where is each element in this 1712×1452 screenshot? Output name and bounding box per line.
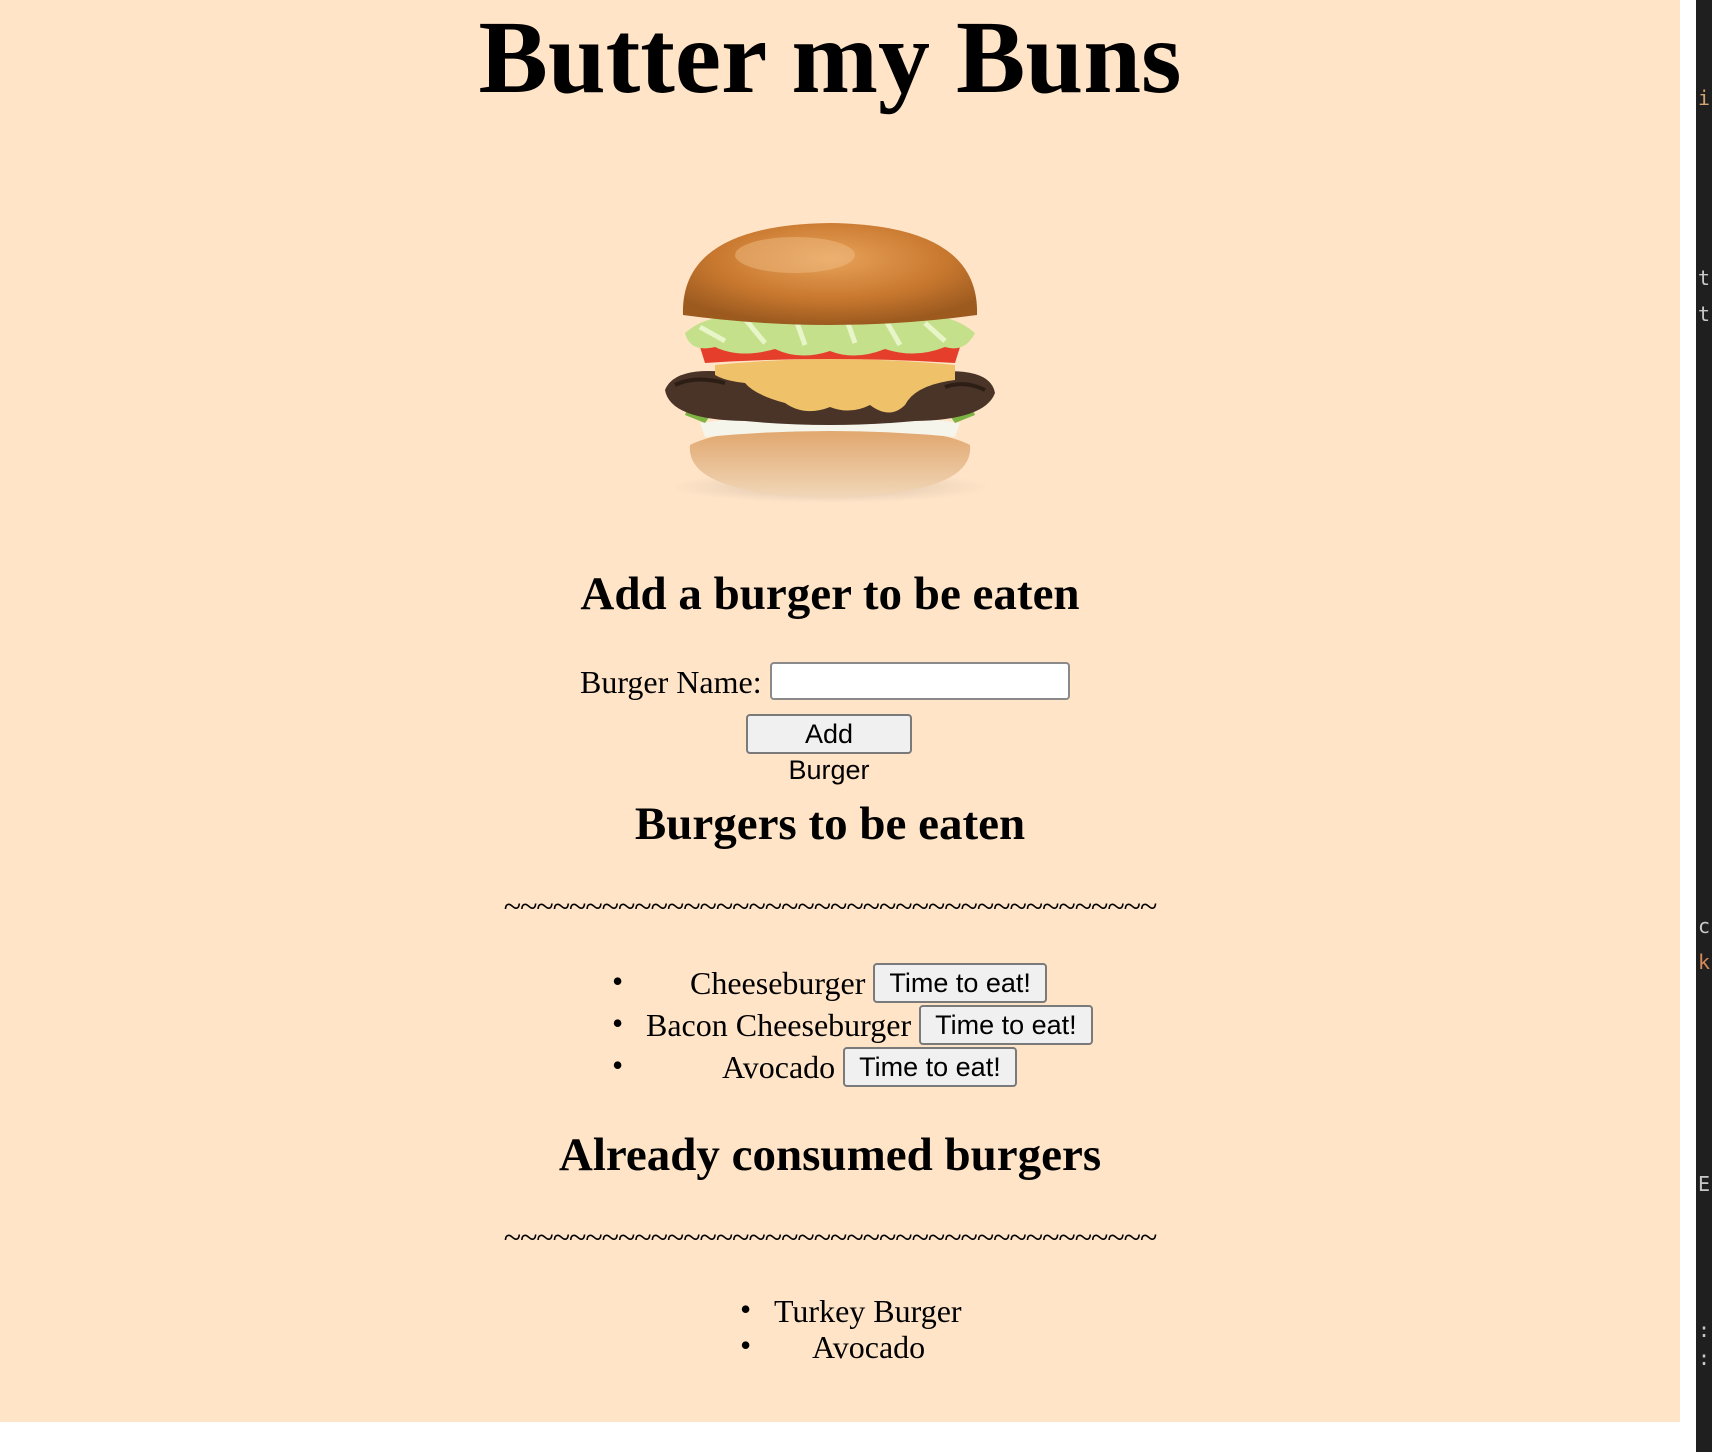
window-gutter [1680,0,1696,1452]
add-burger-button[interactable]: Add Burger [746,714,912,785]
editor-fragment: : [1698,1318,1711,1342]
bullet: • [740,1327,752,1363]
to-eat-heading: Burgers to be eaten [634,798,1026,850]
editor-fragment: t [1698,302,1711,326]
burger-name: Cheeseburger [690,964,866,1001]
bullet: • [612,1005,624,1041]
to-eat-divider: ~~~~~~~~~~~~~~~~~~~~~~~~~~~~~~~~~~~~~~~~ [503,888,1158,924]
bullet: • [612,1047,624,1083]
editor-fragment: : [1698,1346,1711,1370]
time-to-eat-button[interactable]: Time to eat! [873,962,1047,1003]
editor-fragment: i [1698,86,1711,110]
consumed-heading: Already consumed burgers [558,1129,1102,1181]
bullet: • [612,963,624,999]
burger-name: Bacon Cheeseburger [646,1006,912,1043]
editor-fragment: k [1698,950,1711,974]
consumed-divider: ~~~~~~~~~~~~~~~~~~~~~~~~~~~~~~~~~~~~~~~~ [503,1219,1158,1255]
editor-fragment: c [1698,914,1711,938]
add-burger-form: Burger Name: [0,660,1660,704]
burger-name: Avocado [812,1328,926,1365]
burger-image [655,215,1005,505]
page: Butter my Buns Add a burger to be eaten … [0,0,1680,1422]
time-to-eat-button[interactable]: Time to eat! [843,1046,1017,1087]
add-burger-heading: Add a burger to be eaten [580,568,1080,620]
code-editor-strip [1696,0,1712,1452]
page-title: Butter my Buns [478,0,1182,115]
burger-name-label: Burger Name: [580,664,762,700]
burger-name: Avocado [722,1048,836,1085]
burger-name-input[interactable] [770,662,1070,700]
page-bottom-area [0,1422,1680,1452]
editor-fragment: t [1698,266,1711,290]
editor-fragment: E [1698,1172,1711,1196]
time-to-eat-button[interactable]: Time to eat! [919,1004,1093,1045]
